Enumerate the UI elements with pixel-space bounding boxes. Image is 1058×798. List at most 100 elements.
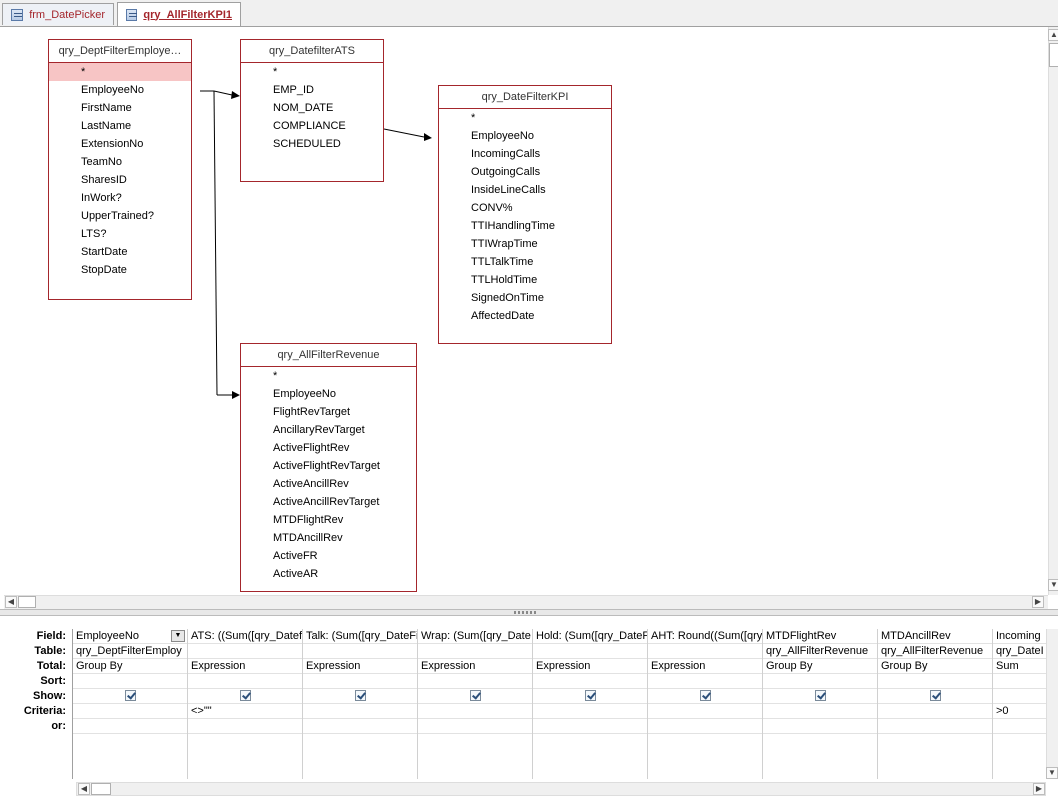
criteria-cell[interactable]	[878, 704, 992, 719]
show-cell[interactable]	[418, 689, 532, 704]
table-cell[interactable]	[303, 644, 417, 659]
field-list-title[interactable]: qry_DateFilterKPI	[439, 86, 611, 109]
scroll-right-icon[interactable]: ▶	[1033, 783, 1045, 795]
field-list-qry-allfilterrevenue[interactable]: qry_AllFilterRevenue * EmployeeNo Flight…	[240, 343, 417, 592]
show-checkbox[interactable]	[929, 689, 941, 701]
field-cell[interactable]: Talk: (Sum([qry_DateFi	[303, 629, 417, 644]
show-cell[interactable]	[648, 689, 762, 704]
table-cell[interactable]	[533, 644, 647, 659]
grid-column[interactable]: Talk: (Sum([qry_DateFi Expression	[303, 629, 418, 779]
field-item[interactable]: *	[241, 367, 416, 385]
field-cell[interactable]: ATS: ((Sum([qry_Datefi	[188, 629, 302, 644]
field-cell[interactable]: AHT: Round((Sum([qry	[648, 629, 762, 644]
show-cell[interactable]	[303, 689, 417, 704]
show-checkbox[interactable]	[584, 689, 596, 701]
field-item[interactable]: StopDate	[49, 261, 191, 279]
field-item[interactable]: IncomingCalls	[439, 145, 611, 163]
criteria-cell[interactable]: <>""	[188, 704, 302, 719]
field-item[interactable]: MTDFlightRev	[241, 511, 416, 529]
scroll-down-icon[interactable]: ▼	[1048, 579, 1058, 591]
field-item[interactable]: InsideLineCalls	[439, 181, 611, 199]
field-item[interactable]: EmployeeNo	[439, 127, 611, 145]
query-design-canvas[interactable]: qry_DeptFilterEmploye… * EmployeeNo Firs…	[0, 27, 1048, 595]
scroll-up-icon[interactable]: ▲	[1048, 29, 1058, 41]
show-cell[interactable]	[188, 689, 302, 704]
field-item[interactable]: TeamNo	[49, 153, 191, 171]
grid-column[interactable]: AHT: Round((Sum([qry Expression	[648, 629, 763, 779]
show-checkbox[interactable]	[699, 689, 711, 701]
table-cell[interactable]: qry_AllFilterRevenue	[763, 644, 877, 659]
field-cell[interactable]: MTDFlightRev	[763, 629, 877, 644]
field-cell[interactable]: MTDAncillRev	[878, 629, 992, 644]
field-item[interactable]: SharesID	[49, 171, 191, 189]
field-item[interactable]: ActiveFR	[241, 547, 416, 565]
sort-cell[interactable]	[648, 674, 762, 689]
or-cell[interactable]	[648, 719, 762, 734]
total-cell[interactable]: Expression	[418, 659, 532, 674]
total-cell[interactable]: Expression	[648, 659, 762, 674]
splitter-grip-icon[interactable]	[514, 611, 538, 614]
field-item[interactable]: ActiveAncillRevTarget	[241, 493, 416, 511]
field-item[interactable]: InWork?	[49, 189, 191, 207]
field-item[interactable]: FirstName	[49, 99, 191, 117]
tab-qry-allfilterkpi1[interactable]: qry_AllFilterKPI1	[117, 2, 241, 26]
total-cell[interactable]: Group By	[763, 659, 877, 674]
total-cell[interactable]: Expression	[188, 659, 302, 674]
table-cell[interactable]: qry_DeptFilterEmploy	[73, 644, 187, 659]
table-cell[interactable]: qry_AllFilterRevenue	[878, 644, 992, 659]
criteria-cell[interactable]	[648, 704, 762, 719]
scroll-left-icon[interactable]: ◀	[5, 596, 17, 608]
total-cell[interactable]: Expression	[533, 659, 647, 674]
field-item[interactable]: ActiveFlightRev	[241, 439, 416, 457]
field-item[interactable]: UpperTrained?	[49, 207, 191, 225]
criteria-cell[interactable]	[763, 704, 877, 719]
sort-cell[interactable]	[533, 674, 647, 689]
criteria-cell[interactable]	[73, 704, 187, 719]
sort-cell[interactable]	[188, 674, 302, 689]
field-item[interactable]: ExtensionNo	[49, 135, 191, 153]
pane-splitter[interactable]	[0, 609, 1058, 616]
field-item[interactable]: ActiveAR	[241, 565, 416, 583]
sort-cell[interactable]	[303, 674, 417, 689]
scroll-thumb[interactable]	[91, 783, 111, 795]
table-cell[interactable]	[648, 644, 762, 659]
sort-cell[interactable]	[418, 674, 532, 689]
field-item[interactable]: FlightRevTarget	[241, 403, 416, 421]
field-list-qry-datefilterats[interactable]: qry_DatefilterATS * EMP_ID NOM_DATE COMP…	[240, 39, 384, 182]
field-item[interactable]: OutgoingCalls	[439, 163, 611, 181]
show-checkbox[interactable]	[239, 689, 251, 701]
show-cell[interactable]	[533, 689, 647, 704]
or-cell[interactable]	[763, 719, 877, 734]
field-item[interactable]: NOM_DATE	[241, 99, 383, 117]
scroll-left-icon[interactable]: ◀	[78, 783, 90, 795]
scroll-down-icon[interactable]: ▼	[1046, 767, 1058, 779]
grid-column[interactable]: ATS: ((Sum([qry_Datefi Expression <>""	[188, 629, 303, 779]
grid-vertical-scrollbar[interactable]: ▼	[1046, 629, 1058, 779]
criteria-cell[interactable]	[303, 704, 417, 719]
field-item[interactable]: TTIWrapTime	[439, 235, 611, 253]
table-cell[interactable]	[418, 644, 532, 659]
or-cell[interactable]	[533, 719, 647, 734]
scroll-right-icon[interactable]: ▶	[1032, 596, 1044, 608]
field-item[interactable]: EmployeeNo	[49, 81, 191, 99]
total-cell[interactable]: Expression	[303, 659, 417, 674]
tab-frm-datepicker[interactable]: frm_DatePicker	[2, 3, 114, 25]
field-item[interactable]: LastName	[49, 117, 191, 135]
show-checkbox[interactable]	[469, 689, 481, 701]
grid-column[interactable]: MTDAncillRev qry_AllFilterRevenue Group …	[878, 629, 993, 779]
field-item[interactable]: TTLHoldTime	[439, 271, 611, 289]
field-item[interactable]: EmployeeNo	[241, 385, 416, 403]
field-item[interactable]: ActiveFlightRevTarget	[241, 457, 416, 475]
field-list-qry-deptfilteremployee[interactable]: qry_DeptFilterEmploye… * EmployeeNo Firs…	[48, 39, 192, 300]
field-item[interactable]: EMP_ID	[241, 81, 383, 99]
or-cell[interactable]	[303, 719, 417, 734]
total-cell[interactable]: Group By	[878, 659, 992, 674]
field-cell[interactable]: EmployeeNo ▼	[73, 629, 187, 644]
scroll-thumb[interactable]	[1049, 43, 1058, 67]
field-list-qry-datefilterkpi[interactable]: qry_DateFilterKPI * EmployeeNo IncomingC…	[438, 85, 612, 344]
table-cell[interactable]	[188, 644, 302, 659]
grid-column[interactable]: Wrap: (Sum([qry_Date Expression	[418, 629, 533, 779]
show-checkbox[interactable]	[124, 689, 136, 701]
show-checkbox[interactable]	[814, 689, 826, 701]
total-cell[interactable]: Group By	[73, 659, 187, 674]
